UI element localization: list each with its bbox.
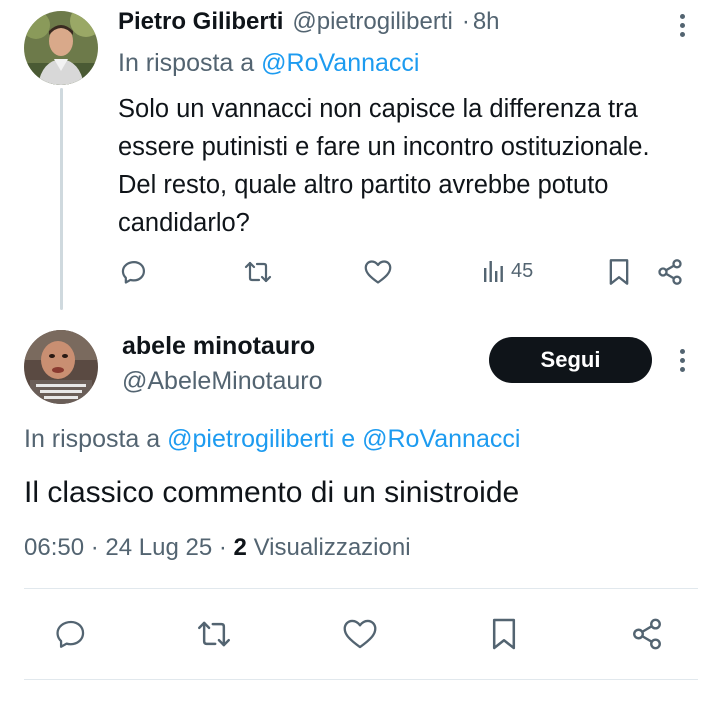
mention-link[interactable]: @RoVannacci [362, 425, 520, 453]
views-icon [484, 261, 503, 282]
reply-context: In risposta a @RoVannacci [118, 49, 419, 78]
tweet-header: Pietro Giliberti @pietrogiliberti · 8h [118, 8, 500, 38]
separator: · [461, 8, 470, 35]
mention-link[interactable]: @pietrogiliberti [167, 425, 334, 453]
retweet-icon[interactable] [195, 618, 233, 650]
author-handle[interactable]: @pietrogiliberti [292, 8, 452, 36]
divider [24, 679, 698, 680]
author-name[interactable]: Pietro Giliberti [118, 8, 283, 36]
avatar[interactable] [24, 330, 98, 404]
tweet-time[interactable]: 8h [473, 8, 500, 36]
share-icon[interactable] [656, 258, 684, 286]
follow-button[interactable]: Segui [489, 337, 652, 383]
tweet-date[interactable]: 24 Lug 25 [105, 534, 212, 561]
divider [24, 588, 698, 589]
reply-conjunction: e [341, 425, 356, 453]
bookmark-icon[interactable] [607, 258, 631, 286]
tweet-text: Il classico commento di un sinistroide [24, 476, 520, 509]
tweet-text: Solo un vannacci non capisce la differen… [118, 95, 650, 237]
like-icon[interactable] [364, 259, 392, 285]
thread-connector-line [60, 88, 63, 310]
author-handle[interactable]: @AbeleMinotauro [122, 367, 323, 396]
reply-context: In risposta a @pietrogiliberti e @RoVann… [24, 425, 520, 454]
more-icon[interactable] [670, 10, 694, 40]
like-icon[interactable] [342, 618, 378, 650]
separator: · [90, 534, 99, 561]
views-count: 45 [511, 259, 534, 282]
mention-link[interactable]: @RoVannacci [261, 49, 419, 77]
retweet-icon[interactable] [243, 259, 273, 285]
more-icon[interactable] [670, 345, 694, 375]
avatar-photo [24, 11, 98, 85]
reply-prefix: In risposta a [24, 425, 161, 453]
separator: · [218, 534, 227, 561]
reply-icon[interactable] [53, 617, 89, 651]
avatar-photo [24, 330, 98, 404]
bookmark-icon[interactable] [490, 616, 518, 652]
tweet-actions: 45 [118, 254, 698, 292]
tweet-time[interactable]: 06:50 [24, 534, 84, 561]
reply-prefix: In risposta a [118, 49, 255, 77]
author-name[interactable]: abele minotauro [122, 332, 315, 361]
avatar[interactable] [24, 11, 98, 85]
views-stat[interactable]: 45 [482, 258, 533, 284]
views-label: Visualizzazioni [253, 534, 411, 561]
views-count: 2 [233, 534, 247, 561]
share-icon[interactable] [630, 616, 664, 652]
tweet-actions [0, 612, 717, 656]
tweet-thread: Pietro Giliberti @pietrogiliberti · 8h I… [0, 0, 717, 709]
tweet-meta: 06:50 · 24 Lug 25 · 2 Visualizzazioni [24, 534, 411, 562]
reply-icon[interactable] [120, 258, 148, 286]
